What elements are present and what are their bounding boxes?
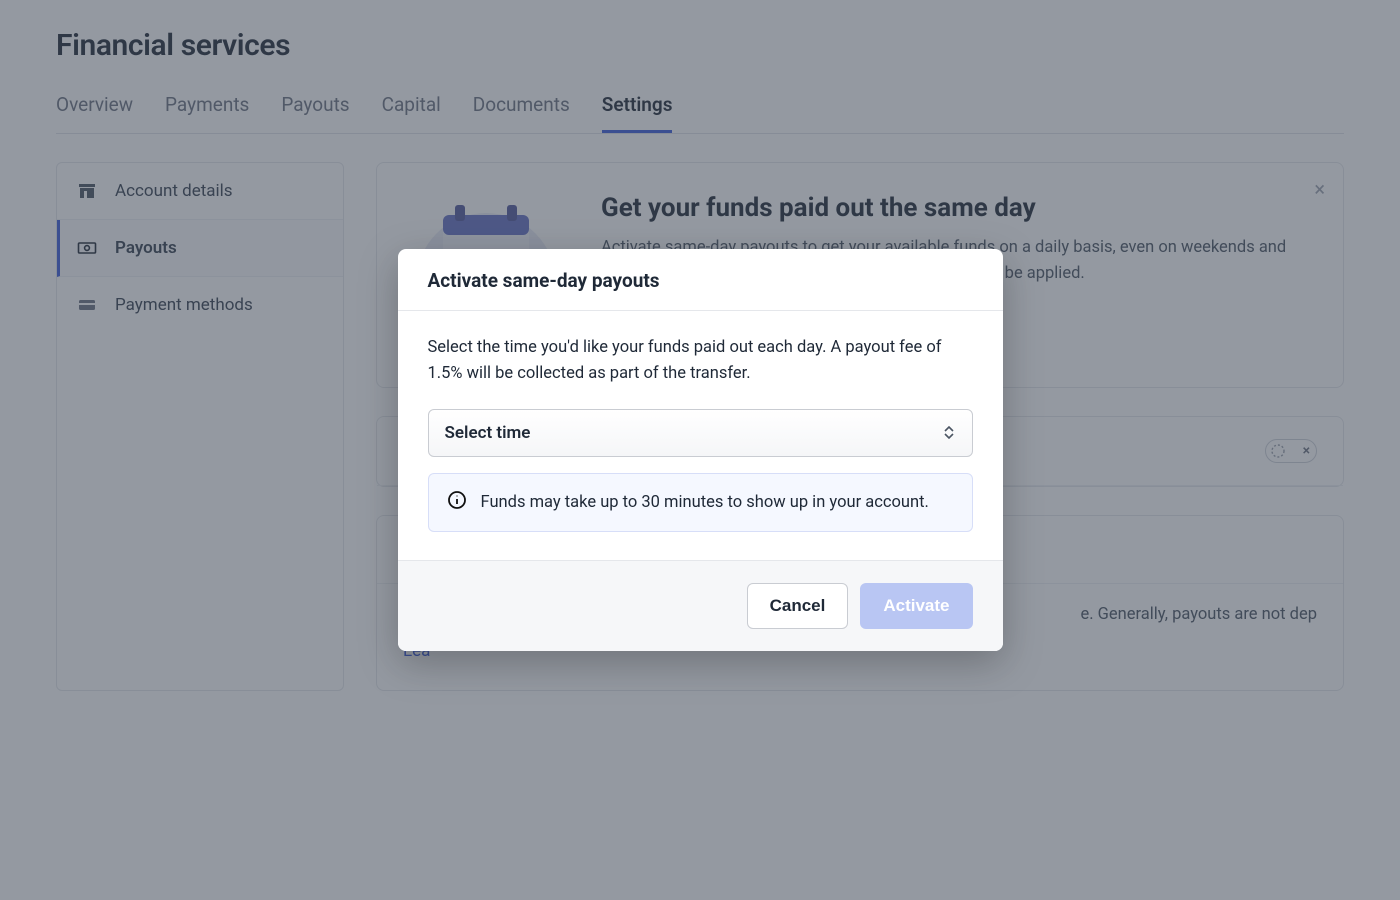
notice-text: Funds may take up to 30 minutes to show … [481,493,929,512]
select-placeholder: Select time [445,423,531,443]
info-notice: Funds may take up to 30 minutes to show … [428,473,973,532]
modal-description: Select the time you'd like your funds pa… [428,335,973,386]
activate-button[interactable]: Activate [860,583,972,629]
modal-title: Activate same-day payouts [428,269,973,292]
cancel-button[interactable]: Cancel [747,583,849,629]
time-select[interactable]: Select time [428,409,973,457]
activate-modal: Activate same-day payouts Select the tim… [398,249,1003,650]
info-icon [447,490,467,515]
chevron-updown-icon [944,426,956,439]
modal-overlay[interactable]: Activate same-day payouts Select the tim… [0,0,1400,900]
